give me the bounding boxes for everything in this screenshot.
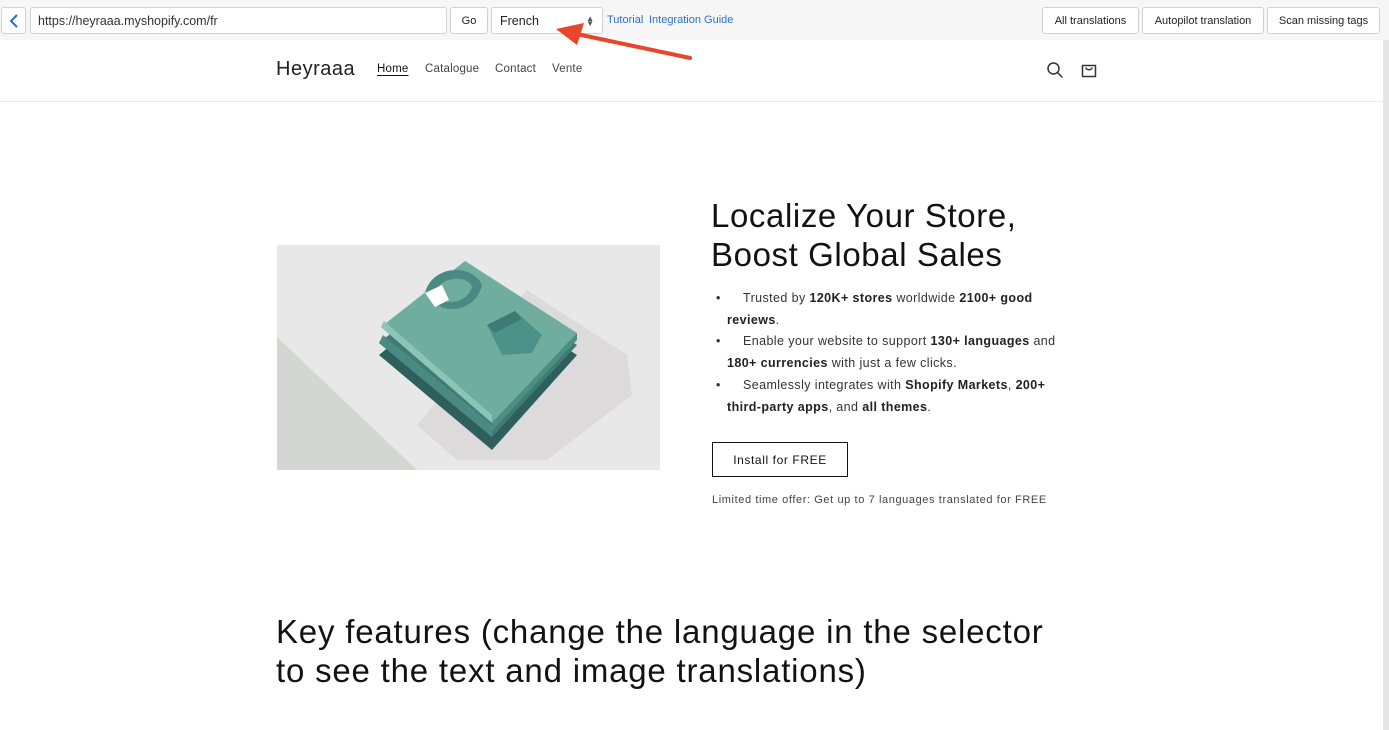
nav-catalogue[interactable]: Catalogue	[425, 63, 479, 75]
hero-image-folded-shirts	[277, 245, 660, 470]
store-logo[interactable]: Heyraaa	[276, 58, 355, 81]
bullet-text: with just a few clicks.	[827, 356, 957, 371]
bullet-text: .	[775, 312, 780, 327]
cart-icon[interactable]	[1080, 61, 1098, 84]
feature-bullet-list: Trusted by 120K+ stores worldwide 2100+ …	[716, 288, 1057, 418]
autopilot-translation-button[interactable]: Autopilot translation	[1142, 7, 1264, 34]
bullet-text: ,	[1007, 377, 1016, 392]
all-translations-button[interactable]: All translations	[1042, 7, 1139, 34]
install-button[interactable]: Install for FREE	[712, 442, 848, 477]
annotation-arrow-icon	[556, 23, 692, 60]
scrollbar[interactable]	[1383, 40, 1389, 730]
back-button[interactable]	[1, 7, 26, 34]
hero-title: Localize Your Store, Boost Global Sales	[711, 197, 1017, 273]
nav-home[interactable]: Home	[377, 63, 408, 75]
bullet-text: Enable your website to support	[743, 334, 931, 349]
bullet-highlight: 180+ currencies	[727, 356, 828, 371]
url-input[interactable]: https://heyraaa.myshopify.com/fr	[30, 7, 447, 34]
bullet-highlight: 120K+ stores	[809, 291, 893, 305]
search-icon[interactable]	[1046, 61, 1064, 84]
bullet-highlight: Shopify Markets	[905, 377, 1008, 392]
nav-contact[interactable]: Contact	[495, 63, 536, 75]
limited-offer-text: Limited time offer: Get up to 7 language…	[712, 494, 1047, 506]
bullet-highlight: 130+ languages	[930, 334, 1030, 349]
bullet-integrations: Seamlessly integrates with Shopify Marke…	[716, 375, 1057, 418]
bullet-languages: Enable your website to support 130+ lang…	[716, 331, 1057, 374]
bullet-highlight: all themes	[862, 399, 928, 414]
bullet-text: , and	[828, 399, 863, 414]
bullet-text: Seamlessly integrates with	[743, 377, 906, 392]
bullet-text: and	[1029, 334, 1056, 349]
features-section-title: Key features (change the language in the…	[276, 613, 1044, 689]
language-select-value: French	[500, 13, 539, 28]
bullet-text: Trusted by	[743, 291, 810, 305]
go-button[interactable]: Go	[450, 7, 488, 34]
bullet-text: worldwide	[892, 291, 960, 305]
scan-missing-tags-button[interactable]: Scan missing tags	[1267, 7, 1380, 34]
bullet-text: .	[927, 399, 932, 414]
chevron-left-icon	[9, 13, 18, 28]
bullet-trusted: Trusted by 120K+ stores worldwide 2100+ …	[716, 288, 1057, 331]
